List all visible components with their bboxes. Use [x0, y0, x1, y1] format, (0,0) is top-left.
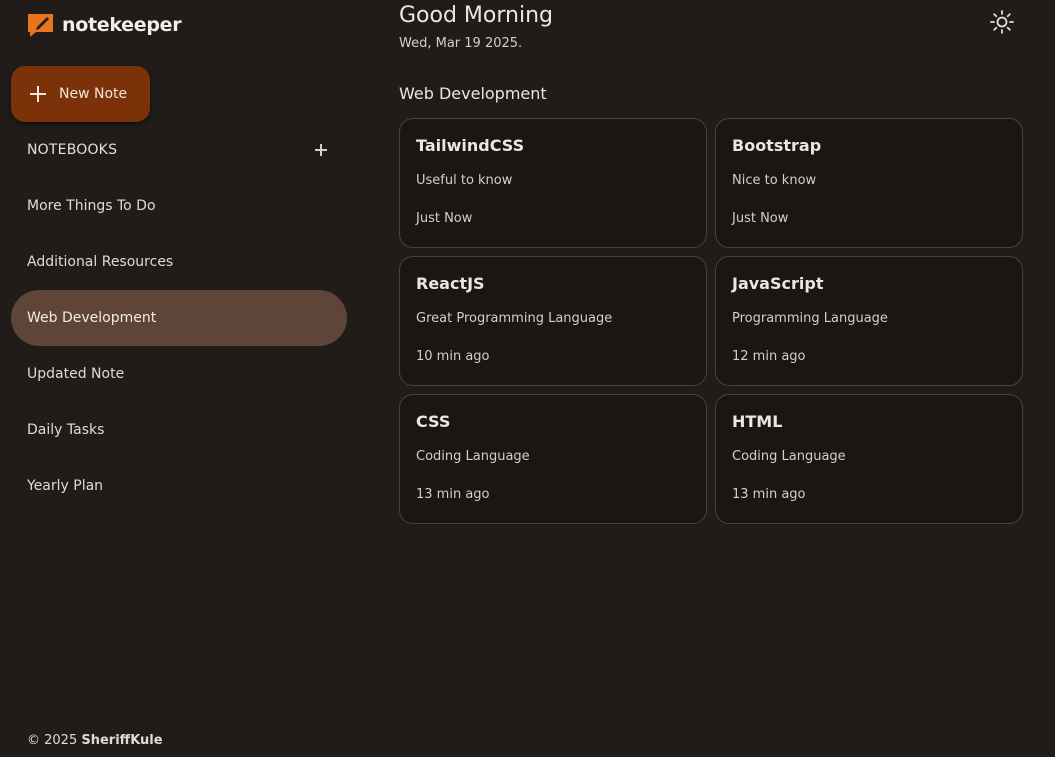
note-title: Bootstrap — [732, 136, 822, 155]
copyright-text: © 2025 — [27, 733, 78, 748]
plus-icon — [30, 86, 46, 102]
sidebar-item-web-development[interactable]: Web Development — [11, 290, 347, 346]
new-note-label: New Note — [59, 86, 128, 102]
sidebar-item-additional-resources[interactable]: Additional Resources — [11, 234, 347, 290]
notes-grid: TailwindCSS Useful to know Just Now Boot… — [399, 118, 1023, 524]
note-card[interactable]: HTML Coding Language 13 min ago — [715, 394, 1023, 524]
note-timestamp: 13 min ago — [416, 487, 490, 502]
note-card[interactable]: TailwindCSS Useful to know Just Now — [399, 118, 707, 248]
notebook-list: More Things To Do Additional Resources W… — [11, 178, 347, 514]
current-date: Wed, Mar 19 2025. — [399, 36, 523, 51]
sidebar-item-updated-note[interactable]: Updated Note — [11, 346, 347, 402]
sidebar-item-daily-tasks[interactable]: Daily Tasks — [11, 402, 347, 458]
author-link[interactable]: SheriffKule — [81, 733, 162, 748]
note-description: Programming Language — [732, 311, 888, 326]
add-notebook-plus-icon[interactable] — [315, 144, 327, 156]
note-card[interactable]: CSS Coding Language 13 min ago — [399, 394, 707, 524]
note-title: TailwindCSS — [416, 136, 525, 155]
note-title: CSS — [416, 412, 451, 431]
note-timestamp: 10 min ago — [416, 349, 490, 364]
notebooks-title: NOTEBOOKS — [27, 142, 118, 158]
new-note-button[interactable]: New Note — [11, 66, 150, 122]
sun-icon — [988, 10, 1016, 40]
app-window: notekeeper New Note NOTEBOOKS More Thing… — [0, 0, 1055, 757]
notebook-title: Web Development — [399, 84, 547, 103]
note-description: Coding Language — [732, 449, 846, 464]
note-timestamp: 12 min ago — [732, 349, 806, 364]
theme-toggle-button[interactable] — [988, 8, 1016, 36]
note-title: HTML — [732, 412, 783, 431]
sidebar-item-yearly-plan[interactable]: Yearly Plan — [11, 458, 347, 514]
note-description: Useful to know — [416, 173, 513, 188]
note-card[interactable]: Bootstrap Nice to know Just Now — [715, 118, 1023, 248]
notebooks-header: NOTEBOOKS — [27, 140, 327, 160]
notebook-pen-icon — [27, 12, 55, 38]
note-title: ReactJS — [416, 274, 485, 293]
footer: © 2025 SheriffKule — [27, 733, 163, 748]
note-timestamp: 13 min ago — [732, 487, 806, 502]
note-card[interactable]: ReactJS Great Programming Language 10 mi… — [399, 256, 707, 386]
sidebar: notekeeper New Note NOTEBOOKS More Thing… — [0, 0, 360, 757]
note-description: Nice to know — [732, 173, 817, 188]
note-description: Great Programming Language — [416, 311, 613, 326]
note-timestamp: Just Now — [416, 211, 473, 226]
note-title: JavaScript — [732, 274, 824, 293]
app-logo[interactable]: notekeeper — [27, 11, 182, 39]
note-description: Coding Language — [416, 449, 530, 464]
greeting-title: Good Morning — [399, 3, 553, 28]
note-timestamp: Just Now — [732, 211, 789, 226]
note-card[interactable]: JavaScript Programming Language 12 min a… — [715, 256, 1023, 386]
sidebar-item-more-things-to-do[interactable]: More Things To Do — [11, 178, 347, 234]
app-name: notekeeper — [62, 14, 182, 36]
